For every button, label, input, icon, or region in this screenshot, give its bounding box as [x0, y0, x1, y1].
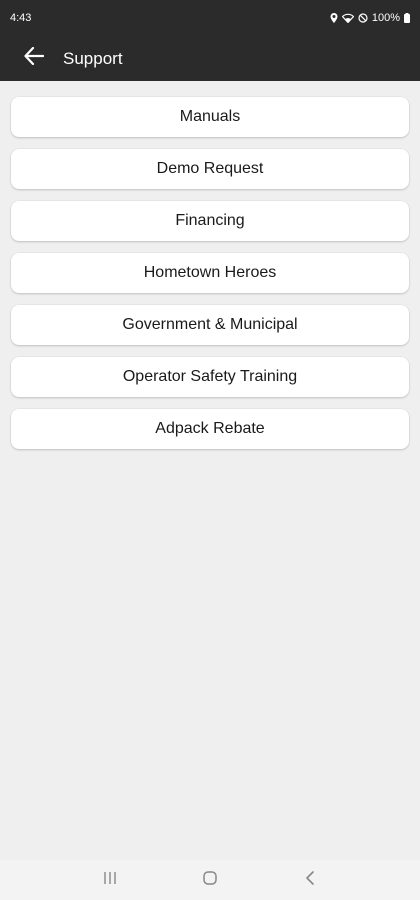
back-button[interactable] [12, 36, 56, 81]
arrow-left-icon [24, 46, 45, 70]
system-nav-bar [0, 860, 420, 900]
status-bar: 4:43 100% [0, 0, 420, 36]
menu-item-government-municipal[interactable]: Government & Municipal [11, 305, 409, 345]
nav-back-button[interactable] [290, 860, 330, 900]
menu-item-adpack-rebate[interactable]: Adpack Rebate [11, 409, 409, 449]
status-icons: 100% [330, 12, 410, 24]
battery-text: 100% [371, 12, 400, 24]
home-icon [202, 870, 218, 891]
status-time: 4:43 [10, 12, 32, 24]
recent-apps-icon [103, 871, 117, 890]
menu-item-manuals[interactable]: Manuals [11, 97, 409, 137]
location-icon [330, 13, 338, 23]
recent-apps-button[interactable] [90, 860, 130, 900]
wifi-icon [341, 13, 354, 23]
support-menu: Manuals Demo Request Financing Hometown … [11, 97, 409, 449]
page-title: Support [63, 48, 123, 68]
app-bar: Support [0, 36, 420, 81]
menu-item-financing[interactable]: Financing [11, 201, 409, 241]
menu-item-demo-request[interactable]: Demo Request [11, 149, 409, 189]
do-not-disturb-icon [358, 13, 368, 23]
menu-item-operator-safety-training[interactable]: Operator Safety Training [11, 357, 409, 397]
battery-icon [404, 13, 410, 23]
back-icon [305, 870, 315, 891]
home-button[interactable] [190, 860, 230, 900]
menu-item-hometown-heroes[interactable]: Hometown Heroes [11, 253, 409, 293]
